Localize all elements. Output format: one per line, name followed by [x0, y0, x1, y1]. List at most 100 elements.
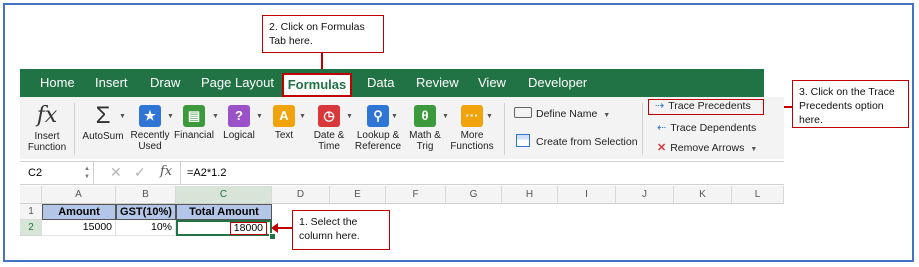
logical-button[interactable]: ? Logical [218, 105, 260, 141]
financial-icon: ▤ [183, 105, 205, 127]
divider [74, 103, 75, 155]
label: Math & [409, 130, 441, 141]
column-header-f[interactable]: F [386, 186, 446, 204]
cell-b2[interactable]: 10% [116, 220, 176, 236]
label: Create from Selection [536, 136, 638, 148]
callout-select-column: 1. Select the column here. [292, 210, 390, 250]
more-dots-icon: ··· [461, 105, 483, 127]
trace-dependents-icon: ⇠ [657, 122, 667, 134]
column-header-e[interactable]: E [330, 186, 386, 204]
dropdown-caret-icon[interactable]: ▼ [299, 113, 306, 120]
spreadsheet-grid: A B C D E F G H I J K L 1 2 Amount GST(1… [20, 186, 784, 242]
name-box-stepper-icon[interactable]: ▲ ▼ [84, 165, 90, 181]
column-header-g[interactable]: G [446, 186, 502, 204]
label: More [460, 130, 484, 141]
clock-icon: ◷ [318, 105, 340, 127]
column-header-h[interactable]: H [502, 186, 558, 204]
column-header-b[interactable]: B [116, 186, 176, 204]
dropdown-caret-icon: ▼ [750, 146, 758, 153]
tab-insert[interactable]: Insert [95, 69, 128, 97]
label: Lookup & [356, 130, 400, 141]
text-button[interactable]: A Text [266, 105, 302, 141]
magnifier-icon: ⚲ [367, 105, 389, 127]
column-header-a[interactable]: A [42, 186, 116, 204]
column-header-c[interactable]: C [176, 186, 272, 204]
enter-checkmark-icon[interactable]: ✓ [134, 164, 146, 181]
tab-view[interactable]: View [478, 69, 506, 97]
label: Reference [354, 141, 402, 152]
fill-handle[interactable] [269, 233, 276, 240]
callout-trace-precedents: 3. Click on the Trace Precedents option … [792, 80, 909, 128]
cell-a2[interactable]: 15000 [42, 220, 116, 236]
label: Trace Precedents [668, 100, 751, 112]
formulas-ribbon: fx Insert Function Σ AutoSum ▼ ★ Recentl… [20, 97, 784, 159]
text-a-icon: A [273, 105, 295, 127]
tab-formulas[interactable]: Formulas [282, 73, 352, 97]
theta-icon: θ [414, 105, 436, 127]
cell-b1[interactable]: GST(10%) [116, 204, 176, 220]
label: Define Name [536, 108, 598, 120]
label: Time [318, 141, 340, 152]
row-header-2[interactable]: 2 [20, 220, 42, 236]
label: Trig [416, 141, 434, 152]
insert-function-button[interactable]: fx Insert Function [26, 103, 68, 153]
ribbon-tab-bar: Home Insert Draw Page Layout Formulas Da… [20, 69, 764, 97]
column-header-d[interactable]: D [272, 186, 330, 204]
column-header-k[interactable]: K [674, 186, 732, 204]
column-header-j[interactable]: J [616, 186, 674, 204]
tab-data[interactable]: Data [367, 69, 394, 97]
label: Used [138, 141, 162, 152]
label: AutoSum [82, 131, 124, 142]
create-from-selection-button[interactable]: Create from Selection [516, 134, 638, 149]
dropdown-caret-icon: ▼ [603, 112, 611, 119]
formula-input[interactable]: =A2*1.2 [180, 162, 226, 184]
column-header-i[interactable]: I [558, 186, 616, 204]
label: Insert [34, 131, 60, 142]
label: Trace Dependents [670, 122, 757, 134]
define-name-button[interactable]: Define Name ▼ [514, 107, 610, 123]
dropdown-caret-icon[interactable]: ▼ [119, 113, 126, 120]
question-icon: ? [228, 105, 250, 127]
tab-draw[interactable]: Draw [150, 69, 180, 97]
fx-icon[interactable]: fx [160, 164, 172, 179]
selected-cell-value: 18000 [229, 222, 267, 235]
dropdown-caret-icon[interactable]: ▼ [486, 113, 493, 120]
autosum-button[interactable]: Σ AutoSum [80, 103, 126, 143]
tab-review[interactable]: Review [416, 69, 459, 97]
math-trig-button[interactable]: θ Math & Trig [405, 105, 445, 152]
dropdown-caret-icon[interactable]: ▼ [256, 113, 263, 120]
arrow-head-icon [271, 223, 278, 233]
divider [642, 103, 643, 155]
tag-icon [514, 107, 532, 118]
fx-icon: fx [36, 103, 58, 128]
name-box[interactable]: C2 [20, 162, 94, 184]
label: Function [27, 142, 67, 153]
label: Financial [173, 130, 215, 141]
column-header-l[interactable]: L [732, 186, 784, 204]
cell-c2-selected[interactable]: 18000 [176, 220, 272, 236]
star-icon: ★ [139, 105, 161, 127]
label: Text [274, 130, 294, 141]
callout-formulas-tab: 2. Click on Formulas Tab here. [262, 15, 384, 53]
divider [504, 103, 505, 155]
tab-developer[interactable]: Developer [528, 69, 587, 97]
dropdown-caret-icon[interactable]: ▼ [391, 113, 398, 120]
remove-arrows-icon: ✕ [657, 142, 667, 154]
cell-c1[interactable]: Total Amount [176, 204, 272, 220]
row-header-1[interactable]: 1 [20, 204, 42, 220]
table-icon [516, 134, 530, 147]
date-time-button[interactable]: ◷ Date & Time [310, 105, 348, 152]
financial-button[interactable]: ▤ Financial [172, 105, 216, 141]
cancel-icon[interactable]: ✕ [110, 164, 122, 181]
remove-arrows-button[interactable]: ✕ Remove Arrows ▼ [657, 141, 757, 157]
cell-a1[interactable]: Amount [42, 204, 116, 220]
label: Recently [130, 130, 170, 141]
corner-select-all[interactable] [20, 186, 42, 204]
label: Remove Arrows [670, 142, 745, 154]
tab-page-layout[interactable]: Page Layout [201, 69, 274, 97]
formula-bar: C2 ▲ ▼ ✕ ✓ fx =A2*1.2 [20, 161, 784, 185]
trace-dependents-button[interactable]: ⇠ Trace Dependents [657, 121, 756, 135]
label: Logical [223, 130, 255, 141]
trace-precedents-button[interactable]: ⇢ Trace Precedents [648, 99, 764, 115]
tab-home[interactable]: Home [40, 69, 75, 97]
